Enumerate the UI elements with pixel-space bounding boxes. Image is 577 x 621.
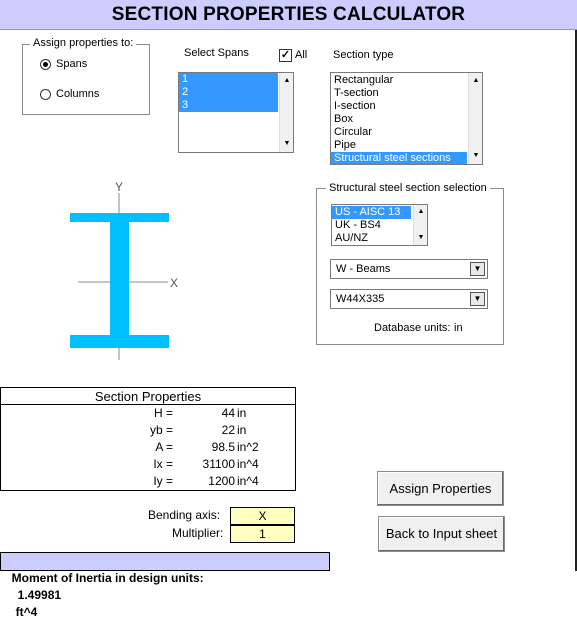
shape-type-dropdown[interactable]: W - Beams ▼ xyxy=(330,259,488,279)
columns-radio[interactable] xyxy=(40,89,51,100)
assign-group-legend: Assign properties to: xyxy=(30,37,137,49)
select-spans-label: Select Spans xyxy=(184,47,249,59)
scroll-down-icon[interactable]: ▼ xyxy=(469,150,482,162)
section-type-item[interactable]: T-section xyxy=(331,87,467,100)
standards-scrollbar[interactable]: ▲ ▼ xyxy=(413,205,427,245)
property-unit: in xyxy=(237,423,247,437)
property-value: 22 xyxy=(221,423,235,437)
property-row: yb = 22 in xyxy=(1,423,295,438)
standard-item[interactable]: US - AISC 13 xyxy=(332,206,411,219)
y-axis-label: Y xyxy=(115,180,124,194)
page-title: SECTION PROPERTIES CALCULATOR xyxy=(0,0,577,30)
section-type-item[interactable]: Rectangular xyxy=(331,74,467,87)
section-value: W44X335 xyxy=(336,293,385,305)
property-value: 98.5 xyxy=(211,440,235,454)
span-item[interactable]: 1 xyxy=(179,73,278,86)
property-row: A = 98.5 in^2 xyxy=(1,440,295,455)
assign-properties-group xyxy=(22,44,150,115)
property-unit: in xyxy=(237,406,247,420)
property-value: 44 xyxy=(221,406,235,420)
property-name: Iy = xyxy=(153,474,173,488)
property-row: Ix = 31100 in^4 xyxy=(1,457,295,472)
property-name: yb = xyxy=(149,423,173,437)
chevron-down-icon[interactable]: ▼ xyxy=(470,292,485,306)
section-type-item[interactable]: Structural steel sections xyxy=(331,152,467,164)
property-name: A = xyxy=(155,440,173,454)
span-item[interactable]: 2 xyxy=(179,86,278,99)
all-spans-checkbox[interactable]: ✓ xyxy=(279,49,292,62)
moment-value: 1.49981 xyxy=(17,588,62,602)
steel-selection-legend: Structural steel section selection xyxy=(326,182,490,194)
property-unit: in^4 xyxy=(237,474,259,488)
scroll-up-icon[interactable]: ▲ xyxy=(469,75,482,87)
scroll-down-icon[interactable]: ▼ xyxy=(414,232,427,244)
standards-listbox[interactable]: US - AISC 13 UK - BS4 AU/NZ ▲ ▼ xyxy=(331,204,428,246)
multiplier-label: Multiplier: xyxy=(172,526,224,540)
spans-scrollbar[interactable]: ▲ ▼ xyxy=(279,73,293,152)
scroll-up-icon[interactable]: ▲ xyxy=(280,75,293,87)
i-beam-icon xyxy=(70,213,169,348)
all-spans-label: All xyxy=(295,49,308,61)
standard-item[interactable]: UK - BS4 xyxy=(332,219,411,232)
section-type-item[interactable]: Box xyxy=(331,113,467,126)
section-type-label: Section type xyxy=(333,49,394,61)
database-units-label: Database units: xyxy=(374,322,451,334)
property-unit: in^4 xyxy=(237,457,259,471)
property-unit: in^2 xyxy=(237,440,259,454)
property-row: Iy = 1200 in^4 xyxy=(1,474,295,489)
moment-of-inertia-bar: Moment of Inertia in design units: 1.499… xyxy=(0,552,330,619)
property-value: 31100 xyxy=(202,457,235,471)
property-value: 1200 xyxy=(208,474,235,488)
section-properties-table: Section Properties H = 44 in yb = 22 in … xyxy=(0,387,296,491)
property-name: Ix = xyxy=(153,457,173,471)
section-type-item[interactable]: I-section xyxy=(331,100,467,113)
database-units-value: in xyxy=(454,322,463,334)
property-name: H = xyxy=(153,406,173,420)
multiplier-input[interactable]: 1 xyxy=(230,525,295,543)
section-properties-heading: Section Properties xyxy=(1,388,295,405)
columns-radio-label: Columns xyxy=(56,88,100,100)
property-row: H = 44 in xyxy=(1,406,295,421)
section-type-listbox[interactable]: Rectangular T-section I-section Box Circ… xyxy=(330,72,483,165)
scroll-down-icon[interactable]: ▼ xyxy=(280,138,293,150)
standard-item[interactable]: AU/NZ xyxy=(332,232,411,245)
section-type-scrollbar[interactable]: ▲ ▼ xyxy=(468,73,482,164)
scroll-up-icon[interactable]: ▲ xyxy=(414,206,427,218)
moment-label: Moment of Inertia in design units: xyxy=(11,571,204,585)
section-dropdown[interactable]: W44X335 ▼ xyxy=(330,289,488,309)
back-to-input-button[interactable]: Back to Input sheet xyxy=(378,516,505,552)
bending-axis-input[interactable]: X xyxy=(230,507,295,525)
section-diagram xyxy=(70,193,169,360)
section-type-item[interactable]: Pipe xyxy=(331,139,467,152)
x-axis-label: X xyxy=(170,276,179,290)
span-item[interactable]: 3 xyxy=(179,99,278,112)
assign-properties-button[interactable]: Assign Properties xyxy=(377,471,504,506)
spans-radio[interactable] xyxy=(40,59,51,70)
moment-unit: ft^4 xyxy=(15,605,38,619)
spans-listbox[interactable]: 1 2 3 ▲ ▼ xyxy=(178,72,294,153)
shape-type-value: W - Beams xyxy=(336,263,391,275)
spans-radio-label: Spans xyxy=(56,58,88,70)
chevron-down-icon[interactable]: ▼ xyxy=(470,262,485,276)
section-type-item[interactable]: Circular xyxy=(331,126,467,139)
bending-axis-label: Bending axis: xyxy=(148,508,221,522)
